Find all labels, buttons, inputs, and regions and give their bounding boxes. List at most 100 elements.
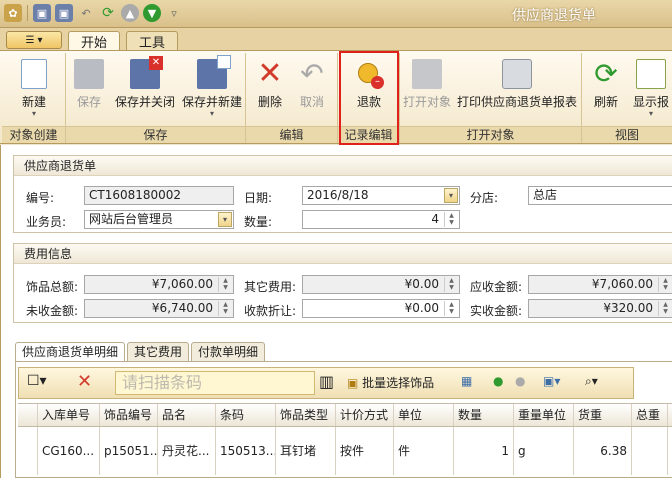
column-header[interactable]: 入库单号 <box>38 404 100 426</box>
spin-arrows-icon[interactable]: ▲ ▼ <box>444 212 458 227</box>
table-row[interactable]: CG160... p15051... 丹灵花... 150513... 耳钉堵 … <box>18 427 672 475</box>
undo-arrow-icon: ↶ <box>300 57 324 90</box>
column-header[interactable]: 条码 <box>216 404 276 426</box>
column-header[interactable]: 重量单位 <box>514 404 574 426</box>
refresh-icon: ⟳ <box>594 57 618 90</box>
column-header[interactable]: 数量 <box>454 404 514 426</box>
discount-field[interactable]: ¥0.00 ▲ ▼ <box>302 299 460 318</box>
column-header[interactable]: 饰品编号 <box>100 404 158 426</box>
save-close-button[interactable]: ✕ 保存并关闭 <box>112 56 178 123</box>
batch-select-button[interactable]: ▣ 批量选择饰品 <box>347 374 434 391</box>
number-field[interactable]: CT1608180002 <box>84 186 234 205</box>
chevron-down-icon[interactable]: ▾ <box>444 188 458 203</box>
down-icon[interactable]: ▼ <box>143 4 161 22</box>
salesman-field[interactable]: 网站后台管理员 ▾ <box>84 210 234 229</box>
tab-home[interactable]: 开始 <box>68 31 121 51</box>
spin-arrows-icon: ▲ ▼ <box>218 277 232 292</box>
barcode-icon[interactable]: ▥ <box>319 372 334 391</box>
quick-access-toolbar: ✿ ▣ ▣ ↶ ⟳ ▲ ▼ ▿ <box>4 4 183 22</box>
column-header[interactable]: 单位 <box>394 404 454 426</box>
group-view: ⟳ 刷新 显示报 ▾ 视图 <box>582 53 672 143</box>
tab-other-fees[interactable]: 其它费用 <box>127 342 190 362</box>
save-grid-icon[interactable]: ▣▾ <box>543 374 560 388</box>
move-up-icon[interactable]: ● <box>493 374 503 388</box>
receivable-field[interactable]: ¥7,060.00 ▲ ▼ <box>528 275 672 294</box>
unreceived-field[interactable]: ¥6,740.00 ▲ ▼ <box>84 299 234 318</box>
spin-arrows-icon: ▲ ▼ <box>658 277 672 292</box>
app-logo-icon: ✿ <box>4 4 22 22</box>
window-title: 供应商退货单 <box>512 8 596 24</box>
detail-tabs: 供应商退货单明细 其它费用 付款单明细 <box>15 342 266 362</box>
group-open-object: 打开对象 打印供应商退货单报表 打开对象 <box>400 53 582 143</box>
divider <box>27 5 28 21</box>
refresh-icon[interactable]: ⟳ <box>99 4 117 22</box>
panel-title: 费用信息 <box>14 244 672 264</box>
print-report-button[interactable]: 打印供应商退货单报表 <box>454 57 580 123</box>
move-down-icon[interactable]: ● <box>515 374 525 388</box>
title-bar: ✿ ▣ ▣ ↶ ⟳ ▲ ▼ ▿ 供应商退货单 <box>0 0 672 28</box>
column-header[interactable]: 计价方式 <box>336 404 394 426</box>
show-report-button[interactable]: 显示报 ▾ <box>630 57 672 123</box>
chevron-down-icon: ▾ <box>31 109 36 118</box>
new-row-icon[interactable]: ☐▾ <box>27 373 47 389</box>
search-icon[interactable]: ⌕▾ <box>585 374 598 389</box>
column-header[interactable]: 货重 <box>574 404 632 426</box>
refresh-button[interactable]: ⟳ 刷新 <box>588 57 624 123</box>
customize-icon[interactable]: ▿ <box>165 4 183 22</box>
spin-arrows-icon: ▲ ▼ <box>444 277 458 292</box>
save-close-icon[interactable]: ▣ <box>55 4 73 22</box>
grid-icon[interactable]: ▦ <box>461 374 472 388</box>
group-edit: ✕ 删除 ↶ 取消 编辑 <box>246 53 338 143</box>
barcode-scan-input[interactable]: 请扫描条码 <box>115 371 315 395</box>
column-header[interactable]: 饰品类型 <box>276 404 336 426</box>
group-save: 保存 ✕ 保存并关闭 保存并新建 ▾ 保存 <box>66 53 246 143</box>
other-fee-field[interactable]: ¥0.00 ▲ ▼ <box>302 275 460 294</box>
fee-panel: 费用信息 饰品总额: ¥7,060.00 ▲ ▼ 其它费用: ¥0.00 ▲ ▼ 应… <box>13 243 672 323</box>
open-object-icon <box>412 59 442 89</box>
up-icon[interactable]: ▲ <box>121 4 139 22</box>
delete-button[interactable]: ✕ 删除 <box>252 57 288 123</box>
jewelry-total-field[interactable]: ¥7,060.00 ▲ ▼ <box>84 275 234 294</box>
quantity-stepper[interactable]: 4 ▲ ▼ <box>302 210 460 229</box>
tab-payment-details[interactable]: 付款单明细 <box>191 342 266 362</box>
save-new-button[interactable]: 保存并新建 ▾ <box>180 55 244 123</box>
column-header[interactable]: 品名 <box>158 404 216 426</box>
save-icon[interactable]: ▣ <box>33 4 51 22</box>
report-icon <box>636 59 666 89</box>
refund-highlight-box <box>339 51 399 145</box>
undo-icon[interactable]: ↶ <box>77 4 95 22</box>
spin-arrows-icon: ▲ ▼ <box>218 301 232 316</box>
main-content: 供应商退货单 编号: CT1608180002 日期: 2016/8/18 ▾ … <box>0 145 672 478</box>
printer-icon <box>502 59 532 89</box>
new-button[interactable]: 新建 ▾ <box>10 57 58 123</box>
group-create: 新建 ▾ 对象创建 <box>2 53 66 143</box>
detail-toolbar: ☐▾ ✕ 请扫描条码 ▥ ▣ 批量选择饰品 ▦ ● ● ▣▾ ⌕▾ <box>18 367 634 399</box>
grid-header: 入库单号 饰品编号 品名 条码 饰品类型 计价方式 单位 数量 重量单位 货重 … <box>18 403 672 427</box>
chevron-down-icon: ▾ <box>37 34 43 46</box>
box-icon: ▣ <box>347 376 359 390</box>
open-object-button[interactable]: 打开对象 <box>402 57 452 123</box>
save-disk-icon <box>74 59 104 89</box>
delete-row-icon[interactable]: ✕ <box>77 371 92 392</box>
tab-tools[interactable]: 工具 <box>126 31 179 51</box>
ribbon-tab-row: ☰ ▾ 开始 工具 <box>0 28 672 51</box>
date-field[interactable]: 2016/8/18 ▾ <box>302 186 460 205</box>
spin-arrows-icon: ▲ ▼ <box>658 301 672 316</box>
header-panel: 供应商退货单 编号: CT1608180002 日期: 2016/8/18 ▾ … <box>13 155 672 233</box>
chevron-down-icon[interactable]: ▾ <box>218 212 232 227</box>
detail-panel: ☐▾ ✕ 请扫描条码 ▥ ▣ 批量选择饰品 ▦ ● ● ▣▾ ⌕▾ 入库单号 饰… <box>15 361 672 478</box>
save-button[interactable]: 保存 <box>70 57 108 123</box>
new-document-icon <box>21 59 47 89</box>
branch-field[interactable]: 总店 <box>528 186 672 205</box>
chevron-down-icon: ▾ <box>209 109 214 118</box>
save-close-icon: ✕ <box>130 56 163 89</box>
tab-return-details[interactable]: 供应商退货单明细 <box>15 342 126 362</box>
spin-arrows-icon[interactable]: ▲ ▼ <box>444 301 458 316</box>
delete-x-icon: ✕ <box>257 56 283 91</box>
app-menu-button[interactable]: ☰ ▾ <box>6 31 62 49</box>
chevron-down-icon: ▾ <box>648 109 653 118</box>
received-field[interactable]: ¥320.00 ▲ ▼ <box>528 299 672 318</box>
ribbon: 新建 ▾ 对象创建 保存 ✕ 保存并关闭 保存并新建 ▾ 保存 ✕ 删除 ↶ 取… <box>0 50 672 144</box>
column-header[interactable]: 总重 <box>632 404 668 426</box>
cancel-button[interactable]: ↶ 取消 <box>294 57 330 123</box>
